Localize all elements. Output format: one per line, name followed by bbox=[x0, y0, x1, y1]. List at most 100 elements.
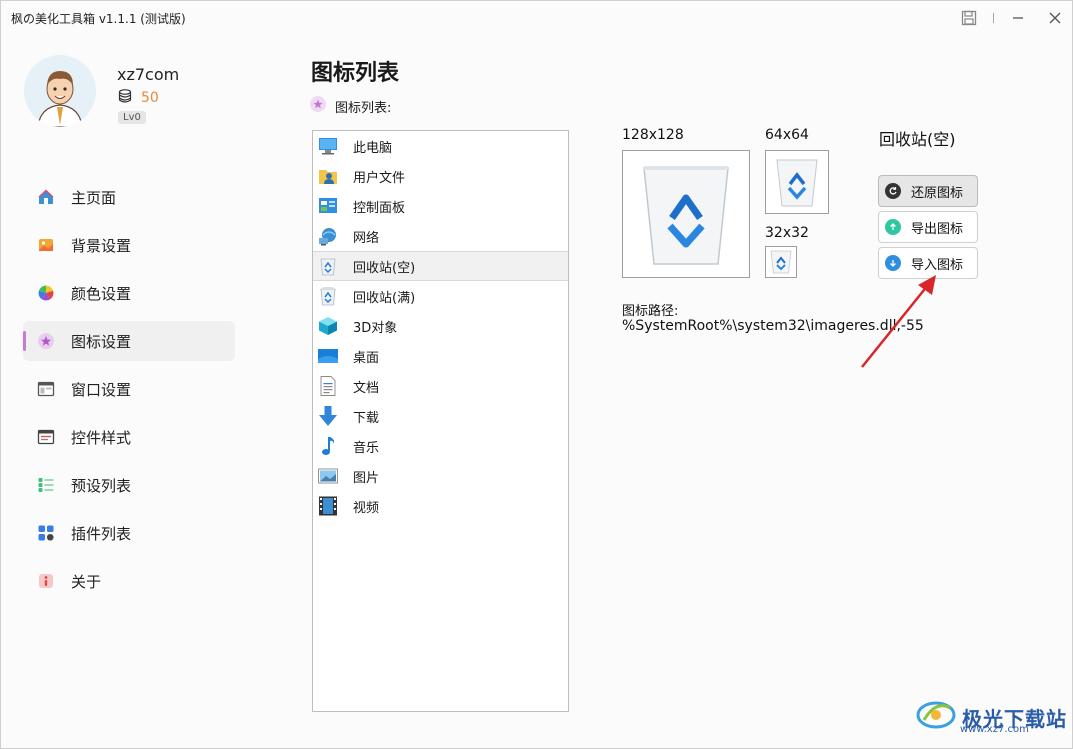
title-separator bbox=[993, 13, 994, 23]
coin-value: 50 bbox=[141, 90, 159, 106]
size-label-large: 128x128 bbox=[622, 127, 684, 143]
recycle-bin-empty-icon bbox=[317, 255, 339, 277]
import-icon bbox=[885, 255, 901, 271]
nav-label: 背景设置 bbox=[71, 236, 132, 255]
list-item-selected[interactable]: 回收站(空) bbox=[313, 251, 568, 281]
red-arrow-annotation bbox=[861, 275, 936, 368]
avatar[interactable] bbox=[24, 55, 96, 127]
app-window: 枫の美化工具箱 v1.1.1 (测试版) xz7com 50 Lv0 主页面 背… bbox=[0, 0, 1073, 749]
list-item[interactable]: 桌面 bbox=[313, 341, 568, 371]
nav-label: 关于 bbox=[71, 572, 102, 591]
icon-list[interactable]: 此电脑 用户文件 控制面板 网络 回收站(空) 回收站(满) 3D对象 桌面 文… bbox=[312, 130, 569, 712]
sidebar: xz7com 50 Lv0 主页面 背景设置 颜色设置 图标设置 窗口设置 控件… bbox=[1, 35, 251, 749]
list-item[interactable]: 视频 bbox=[313, 491, 568, 521]
list-item-label: 网络 bbox=[353, 230, 380, 246]
export-label: 导出图标 bbox=[911, 221, 964, 237]
window-icon bbox=[37, 380, 55, 398]
list-item[interactable]: 图片 bbox=[313, 461, 568, 491]
list-item[interactable]: 3D对象 bbox=[313, 311, 568, 341]
preview-32 bbox=[765, 246, 797, 278]
nav-label: 图标设置 bbox=[71, 332, 132, 351]
close-icon[interactable] bbox=[1041, 7, 1069, 29]
star-icon bbox=[309, 95, 327, 117]
list-item-label: 3D对象 bbox=[353, 320, 398, 336]
page-title: 图标列表 bbox=[311, 61, 400, 86]
minimize-icon[interactable] bbox=[1004, 7, 1032, 29]
list-item[interactable]: 此电脑 bbox=[313, 131, 568, 161]
recycle-bin-full-icon bbox=[317, 285, 339, 307]
list-item[interactable]: 音乐 bbox=[313, 431, 568, 461]
list-item-label: 图片 bbox=[353, 470, 380, 486]
desktop-icon bbox=[317, 345, 339, 367]
watermark-url: www.xz7.com bbox=[960, 724, 1029, 735]
nav-item-color[interactable]: 颜色设置 bbox=[23, 273, 235, 313]
nav-item-widget-style[interactable]: 控件样式 bbox=[23, 417, 235, 457]
nav-item-plugins[interactable]: 插件列表 bbox=[23, 513, 235, 553]
import-label: 导入图标 bbox=[911, 257, 964, 273]
nav-item-icon-settings[interactable]: 图标设置 bbox=[23, 321, 235, 361]
nav-item-presets[interactable]: 预设列表 bbox=[23, 465, 235, 505]
username: xz7com bbox=[117, 65, 180, 84]
list-item-label: 下载 bbox=[353, 410, 380, 426]
apps-icon bbox=[37, 524, 55, 542]
video-icon bbox=[317, 495, 339, 517]
document-icon bbox=[317, 375, 339, 397]
list-item-label: 此电脑 bbox=[353, 140, 393, 156]
list-item-label: 用户文件 bbox=[353, 170, 406, 186]
list-item[interactable]: 回收站(满) bbox=[313, 281, 568, 311]
list-item-label: 控制面板 bbox=[353, 200, 406, 216]
preview-64 bbox=[765, 150, 829, 214]
list-item-label: 回收站(满) bbox=[353, 290, 416, 306]
list-item-label: 音乐 bbox=[353, 440, 380, 456]
coins-icon bbox=[117, 88, 133, 108]
icon-path-label: 图标路径: bbox=[622, 304, 679, 319]
list-item-label: 回收站(空) bbox=[353, 260, 416, 276]
icon-list-label: 图标列表: bbox=[309, 95, 391, 117]
recycle-bin-large-icon bbox=[643, 166, 729, 265]
recycle-bin-medium-icon bbox=[776, 159, 818, 207]
list-item[interactable]: 网络 bbox=[313, 221, 568, 251]
restore-label: 还原图标 bbox=[911, 185, 964, 201]
computer-icon bbox=[317, 135, 339, 157]
nav-item-home[interactable]: 主页面 bbox=[23, 177, 235, 217]
download-icon bbox=[317, 405, 339, 427]
nav-label: 控件样式 bbox=[71, 428, 132, 447]
selected-icon-name: 回收站(空) bbox=[879, 130, 956, 149]
home-icon bbox=[37, 188, 55, 206]
nav-item-about[interactable]: 关于 bbox=[23, 561, 235, 601]
restore-icon-button[interactable]: 还原图标 bbox=[878, 175, 978, 207]
export-icon-button[interactable]: 导出图标 bbox=[878, 211, 978, 243]
restore-icon bbox=[885, 183, 901, 199]
nav-item-background[interactable]: 背景设置 bbox=[23, 225, 235, 265]
level-badge: Lv0 bbox=[118, 111, 146, 124]
list-item[interactable]: 下载 bbox=[313, 401, 568, 431]
widget-icon bbox=[37, 428, 55, 446]
list-label-text: 图标列表: bbox=[335, 100, 392, 116]
cube-icon bbox=[317, 315, 339, 337]
watermark: 极光下载站 www.xz7.com bbox=[916, 698, 1067, 736]
star-icon bbox=[37, 332, 55, 350]
list-item[interactable]: 用户文件 bbox=[313, 161, 568, 191]
list-item[interactable]: 文档 bbox=[313, 371, 568, 401]
list-item-label: 视频 bbox=[353, 500, 380, 516]
user-folder-icon bbox=[317, 165, 339, 187]
info-icon bbox=[37, 572, 55, 590]
music-icon bbox=[317, 435, 339, 457]
nav-item-window[interactable]: 窗口设置 bbox=[23, 369, 235, 409]
nav-label: 窗口设置 bbox=[71, 380, 132, 399]
color-wheel-icon bbox=[37, 284, 55, 302]
nav-label: 预设列表 bbox=[71, 476, 132, 495]
title-bar: 枫の美化工具箱 v1.1.1 (测试版) bbox=[1, 1, 1072, 35]
save-icon[interactable] bbox=[955, 7, 983, 29]
list-item[interactable]: 控制面板 bbox=[313, 191, 568, 221]
nav-label: 主页面 bbox=[71, 188, 117, 207]
list-icon bbox=[37, 476, 55, 494]
image-icon bbox=[37, 236, 55, 254]
nav-menu: 主页面 背景设置 颜色设置 图标设置 窗口设置 控件样式 预设列表 插件列表 关… bbox=[23, 177, 235, 609]
list-item-label: 文档 bbox=[353, 380, 380, 396]
list-item-label: 桌面 bbox=[353, 350, 380, 366]
preview-128 bbox=[622, 150, 750, 278]
watermark-logo-icon bbox=[916, 698, 956, 736]
size-label-small: 32x32 bbox=[765, 225, 809, 241]
coin-balance: 50 bbox=[117, 88, 159, 108]
